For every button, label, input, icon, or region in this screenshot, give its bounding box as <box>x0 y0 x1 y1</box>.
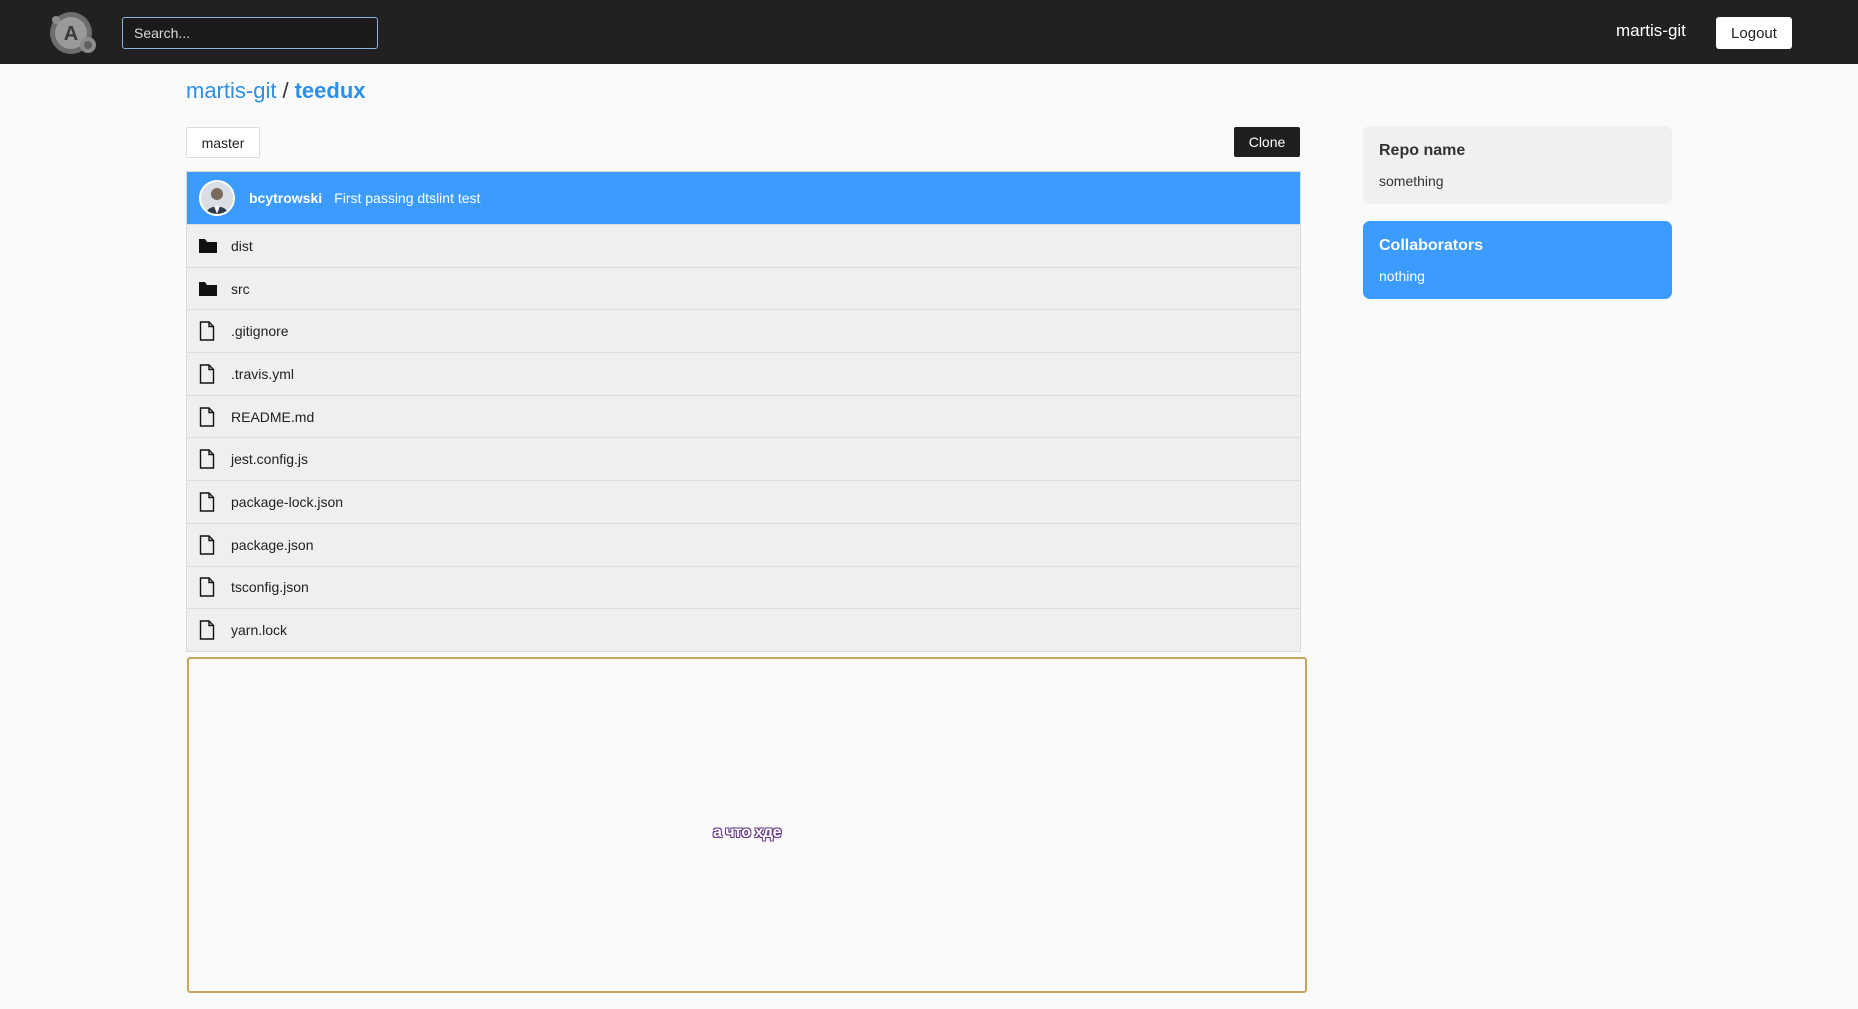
breadcrumb-separator: / <box>282 78 289 103</box>
file-name[interactable]: src <box>231 281 250 297</box>
file-name[interactable]: jest.config.js <box>231 451 308 467</box>
file-icon <box>199 492 219 512</box>
clone-button[interactable]: Clone <box>1234 127 1300 157</box>
file-row[interactable]: package.json <box>187 522 1300 566</box>
folder-icon <box>199 236 219 256</box>
file-row[interactable]: .gitignore <box>187 309 1300 353</box>
latest-commit-bar: bcytrowski First passing dtslint test <box>187 172 1300 224</box>
file-name[interactable]: package-lock.json <box>231 494 343 510</box>
collaborators-title: Collaborators <box>1379 237 1484 254</box>
file-icon <box>199 620 219 640</box>
file-row[interactable]: src <box>187 266 1300 310</box>
repo-name-card: Repo name something <box>1363 126 1672 204</box>
file-list: bcytrowski First passing dtslint test di… <box>186 171 1301 652</box>
file-icon <box>199 321 219 341</box>
file-name[interactable]: dist <box>231 238 253 254</box>
commit-author[interactable]: bcytrowski <box>249 190 322 206</box>
search-input[interactable] <box>122 17 378 49</box>
repo-name-title: Repo name <box>1379 142 1466 159</box>
file-row[interactable]: dist <box>187 224 1300 267</box>
file-row[interactable]: jest.config.js <box>187 437 1300 481</box>
breadcrumb: martis-git / teedux <box>186 78 366 104</box>
top-navbar: A martis-git Logout <box>0 0 1858 64</box>
logout-button[interactable]: Logout <box>1716 17 1792 49</box>
file-row[interactable]: package-lock.json <box>187 480 1300 523</box>
collaborators-value: nothing <box>1379 268 1425 284</box>
file-icon <box>199 534 219 555</box>
file-icon <box>199 577 219 598</box>
breadcrumb-repo-link[interactable]: teedux <box>295 78 366 103</box>
avatar[interactable] <box>199 180 235 216</box>
file-row[interactable]: README.md <box>187 394 1300 438</box>
commit-message[interactable]: First passing dtslint test <box>334 190 480 206</box>
file-name[interactable]: .travis.yml <box>231 366 294 382</box>
file-row[interactable]: tsconfig.json <box>187 565 1300 609</box>
file-icon <box>199 449 219 469</box>
app-logo-icon[interactable]: A <box>48 10 98 56</box>
username-label[interactable]: martis-git <box>1616 21 1686 41</box>
file-row[interactable]: yarn.lock <box>187 608 1300 651</box>
file-name[interactable]: .gitignore <box>231 323 289 339</box>
branch-selector-button[interactable]: master <box>186 127 260 158</box>
file-name[interactable]: package.json <box>231 537 314 553</box>
file-row[interactable]: .travis.yml <box>187 352 1300 395</box>
file-name[interactable]: tsconfig.json <box>231 579 309 595</box>
folder-icon <box>199 279 219 299</box>
collaborators-card[interactable]: Collaborators nothing <box>1363 221 1672 299</box>
breadcrumb-owner-link[interactable]: martis-git <box>186 78 276 103</box>
svg-text:A: A <box>64 23 78 45</box>
file-icon <box>199 406 219 427</box>
file-preview-panel: а что хде <box>187 657 1307 993</box>
repo-name-value: something <box>1379 173 1444 189</box>
file-name[interactable]: yarn.lock <box>231 622 287 638</box>
file-name[interactable]: README.md <box>231 409 314 425</box>
preview-text: а что хде <box>713 824 781 841</box>
file-icon <box>199 364 219 384</box>
